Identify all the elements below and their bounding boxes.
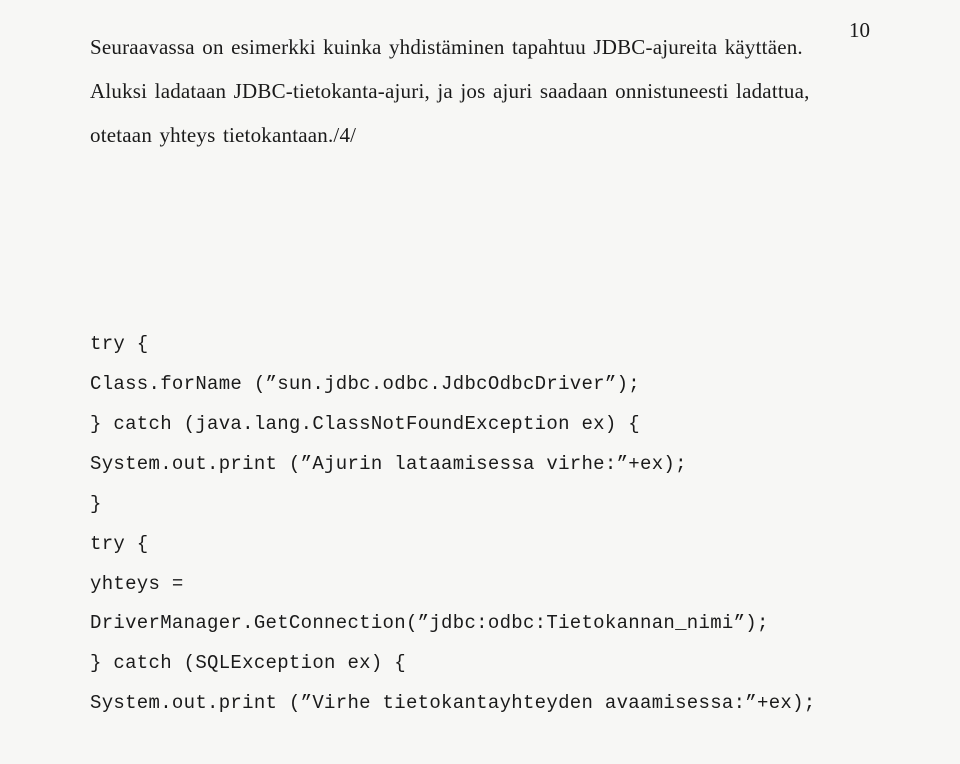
document-page: 10 Seuraavassa on esimerkki kuinka yhdis… [0, 0, 960, 728]
code-line: } catch (java.lang.ClassNotFoundExceptio… [90, 413, 640, 435]
code-line: DriverManager.GetConnection(”jdbc:odbc:T… [90, 612, 769, 634]
code-line: try { [90, 533, 149, 555]
code-block: try { Class.forName (”sun.jdbc.odbc.Jdbc… [90, 285, 870, 764]
code-line: System.out.print (”Virhe tietokantayhtey… [90, 692, 816, 714]
paragraph-line: otetaan yhteys tietokantaan./4/ [90, 123, 356, 147]
code-line: } catch (SQLException ex) { [90, 652, 406, 674]
code-line: Class.forName (”sun.jdbc.odbc.JdbcOdbcDr… [90, 373, 640, 395]
paragraph-line: Aluksi ladataan JDBC-tietokanta-ajuri, j… [90, 79, 810, 103]
code-line: } [90, 493, 102, 515]
paragraph-line: Seuraavassa on esimerkki kuinka yhdistäm… [90, 35, 803, 59]
page-number: 10 [849, 18, 870, 43]
body-paragraph: Seuraavassa on esimerkki kuinka yhdistäm… [90, 25, 870, 157]
vertical-spacer [90, 157, 870, 237]
code-line: System.out.print (”Ajurin lataamisessa v… [90, 453, 687, 475]
code-line: yhteys = [90, 573, 184, 595]
code-line: try { [90, 333, 149, 355]
